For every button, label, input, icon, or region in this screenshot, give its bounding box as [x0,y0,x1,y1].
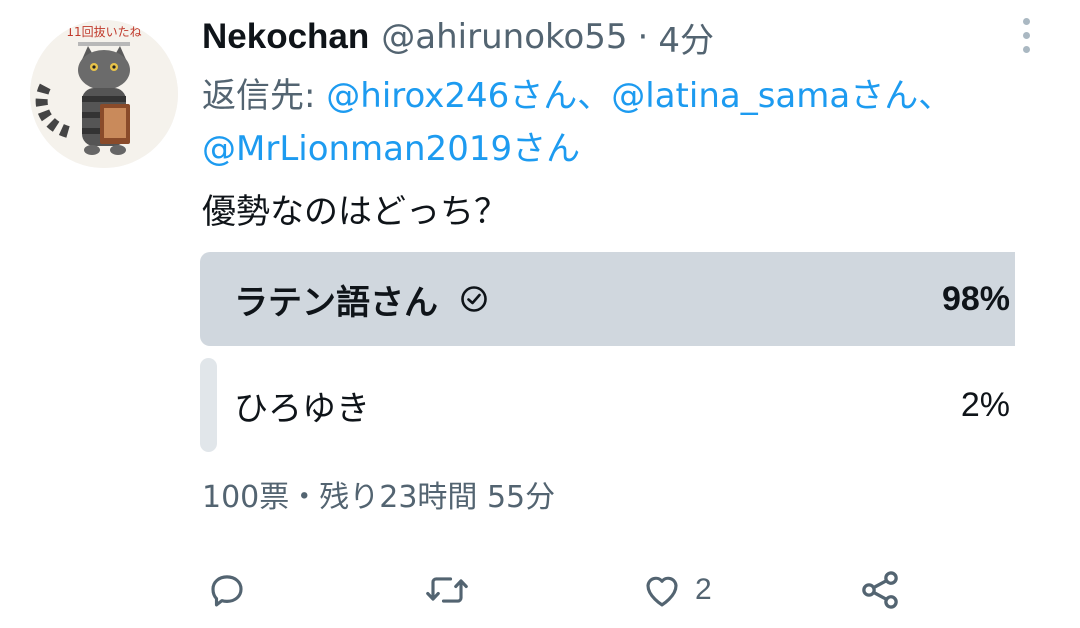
reply-button[interactable] [206,568,248,612]
mention-link[interactable]: @MrLionman2019さん [202,129,580,169]
poll-bar [200,358,217,452]
action-bar: 2 [0,560,1080,620]
avatar-caption: 11回抜いたね [66,25,141,39]
more-options-icon[interactable] [1014,18,1038,54]
author-name[interactable]: Nekochan [202,17,369,57]
poll-option-label: ラテン語さん [234,282,438,323]
poll-option: ラテン語さん 98% [200,252,1032,346]
retweet-button[interactable] [424,568,470,612]
poll-option-label: ひろゆき [234,388,370,429]
avatar-image: 11回抜いたね [30,20,178,168]
retweet-icon [426,577,468,603]
reply-to-prefix: 返信先: [202,76,327,116]
tweet-header: Nekochan @ahirunoko55 · 4分 [202,13,714,62]
avatar[interactable]: 11回抜いたね [30,20,178,168]
share-button[interactable] [858,568,902,612]
poll-meta: 100票・残り23時間 55分 [202,480,556,515]
reply-icon [211,575,243,607]
mention-separator: 、 [918,76,953,116]
like-button[interactable]: 2 [641,568,712,612]
check-circle-icon [461,286,487,312]
share-icon [862,571,898,609]
mention-link[interactable]: @latina_samaさん [611,76,918,116]
tweet-text: 優勢なのはどっち？ [202,192,508,232]
poll-option-label-wrapper: ひろゆき [234,358,370,452]
mention-link[interactable]: @hirox246さん [326,76,577,116]
reply-to-line: 返信先: @hirox246さん、@latina_samaさん、 @MrLionm… [202,70,1052,176]
poll-option-label-wrapper: ラテン語さん [234,252,488,346]
timestamp[interactable]: 4分 [658,13,714,62]
author-handle[interactable]: @ahirunoko55 [381,17,627,57]
mention-separator: 、 [577,76,612,116]
like-count: 2 [695,573,712,606]
poll-option: ひろゆき 2% [200,358,1032,452]
poll-percentage: 2% [960,385,1010,424]
poll-percentage: 98% [941,279,1010,318]
like-icon [646,576,678,607]
header-separator: · [637,17,649,57]
